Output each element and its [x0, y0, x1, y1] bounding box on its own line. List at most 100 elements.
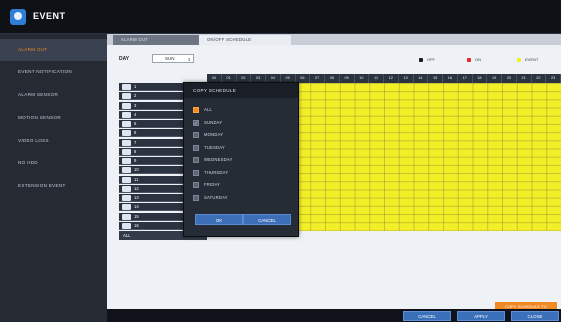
channel-number: 14 — [134, 204, 139, 210]
hour-label: 14 — [414, 74, 429, 83]
legend-on: ON — [467, 56, 481, 64]
footer-bar: CANCEL APPLY CLOSE — [107, 309, 561, 322]
day-option-wednesday[interactable]: WEDNESDAY — [193, 155, 232, 165]
main-panel: ALARM OUT ON/OFF SCHEDULE DAY SUN ⇕ OFF … — [107, 34, 561, 322]
event-icon — [10, 9, 26, 25]
day-option-all[interactable]: ALL — [193, 105, 212, 115]
cancel-button[interactable]: CANCEL — [403, 311, 451, 321]
camera-icon — [122, 93, 131, 100]
tab-bar: ALARM OUT ON/OFF SCHEDULE — [107, 34, 561, 45]
day-option-thursday[interactable]: THURSDAY — [193, 168, 228, 178]
checkbox-icon[interactable] — [193, 157, 199, 163]
camera-icon — [122, 130, 131, 137]
sidebar-item-event-notification[interactable]: EVENT NOTIFICATION — [0, 61, 107, 83]
camera-icon — [122, 222, 131, 229]
checkbox-icon[interactable] — [193, 107, 199, 113]
hour-label: 07 — [310, 74, 325, 83]
option-label: WEDNESDAY — [204, 157, 233, 162]
sidebar-item-alarm-sensor[interactable]: ALARM SENSOR — [0, 84, 107, 106]
hour-label: 17 — [458, 74, 473, 83]
option-label: MONDAY — [204, 132, 224, 137]
day-label: DAY — [119, 56, 130, 62]
checkbox-icon[interactable] — [193, 144, 199, 151]
checkbox-icon[interactable] — [193, 182, 199, 188]
sidebar-item-alarm-out[interactable]: ALARM OUT — [0, 39, 107, 61]
legend-off-label: OFF — [427, 57, 435, 62]
legend-event: EVENT — [517, 56, 538, 64]
camera-icon — [122, 213, 131, 220]
camera-icon — [122, 195, 131, 201]
hour-label: 11 — [369, 74, 384, 83]
dialog-title: COPY SCHEDULE — [184, 83, 298, 98]
hour-label: 08 — [325, 74, 340, 83]
channel-number: 9 — [134, 158, 137, 163]
window-title: EVENT — [33, 11, 66, 21]
hour-label: 12 — [384, 74, 399, 83]
tab-alarm-out[interactable]: ALARM OUT — [113, 35, 199, 45]
copy-schedule-dialog: COPY SCHEDULE OK CANCEL ALL SUNDAY MONDAY T… — [183, 82, 299, 237]
checkbox-icon[interactable] — [193, 132, 199, 138]
camera-icon — [122, 121, 131, 127]
checkbox-icon[interactable] — [193, 119, 199, 129]
day-value: SUN — [165, 56, 175, 61]
hour-label: 19 — [487, 74, 502, 83]
camera-icon — [122, 176, 131, 183]
checkbox-icon[interactable] — [193, 194, 199, 201]
channel-number: 3 — [134, 102, 137, 108]
option-label: FRIDAY — [204, 182, 221, 187]
hour-label: 23 — [546, 74, 561, 83]
cancel-dialog-button[interactable]: CANCEL — [243, 214, 291, 225]
legend-event-swatch — [517, 58, 521, 62]
channel-number: 16 — [134, 222, 139, 228]
hour-label: 21 — [517, 74, 532, 83]
tab-on-off-schedule[interactable]: ON/OFF SCHEDULE — [199, 35, 291, 45]
camera-icon — [122, 111, 131, 118]
camera-icon — [122, 185, 131, 192]
sidebar-item-motion-sensor[interactable]: MOTION SENSOR — [0, 107, 107, 129]
day-option-sunday[interactable]: SUNDAY — [193, 118, 223, 129]
channel-number: 10 — [134, 167, 139, 173]
option-label: THURSDAY — [204, 169, 229, 175]
channel-number: 2 — [134, 93, 137, 99]
camera-icon — [122, 102, 131, 109]
close-button[interactable]: CLOSE — [511, 311, 559, 321]
day-option-tuesday[interactable]: TUESDAY — [193, 143, 225, 153]
hour-label: 18 — [473, 74, 488, 83]
option-label: ALL — [204, 107, 213, 112]
camera-icon — [122, 204, 131, 211]
camera-icon — [122, 148, 131, 155]
day-option-friday[interactable]: FRIDAY — [193, 180, 220, 190]
option-label: SUNDAY — [204, 119, 223, 125]
camera-icon — [122, 84, 131, 90]
channel-number: 4 — [134, 111, 137, 117]
sidebar-item-no-hdd[interactable]: NO HDD — [0, 152, 107, 174]
legend-off-swatch — [419, 58, 423, 62]
option-label: TUESDAY — [204, 144, 225, 150]
legend-event-label: EVENT — [525, 57, 539, 62]
day-option-saturday[interactable]: SATURDAY — [193, 193, 228, 203]
camera-icon — [122, 167, 131, 174]
title-bar: EVENT — [0, 0, 561, 34]
channel-number: 13 — [134, 195, 139, 200]
channel-number: 12 — [134, 185, 139, 191]
sidebar-item-extension-event[interactable]: EXTENSION EVENT — [0, 175, 107, 197]
checkbox-icon[interactable] — [193, 169, 199, 176]
channel-number: 15 — [134, 213, 139, 219]
sidebar: ALARM OUT EVENT NOTIFICATION ALARM SENSOR M… — [0, 34, 107, 322]
day-option-monday[interactable]: MONDAY — [193, 130, 223, 140]
apply-button[interactable]: APPLY — [457, 311, 505, 321]
legend-on-label: ON — [475, 57, 481, 62]
hour-label: 22 — [532, 74, 547, 83]
spinner-arrows-icon: ⇕ — [187, 57, 191, 62]
hour-label: 09 — [340, 74, 355, 83]
channel-number: 1 — [134, 84, 137, 89]
camera-icon — [122, 158, 131, 164]
channel-number: 7 — [134, 139, 137, 145]
camera-icon — [122, 139, 131, 146]
day-select[interactable]: SUN ⇕ — [152, 54, 194, 63]
hour-label: 20 — [502, 74, 517, 83]
option-label: SATURDAY — [204, 194, 228, 200]
sidebar-item-video-loss[interactable]: VIDEO LOSS — [0, 130, 107, 152]
ok-button[interactable]: OK — [195, 214, 243, 225]
hour-label: 13 — [399, 74, 414, 83]
